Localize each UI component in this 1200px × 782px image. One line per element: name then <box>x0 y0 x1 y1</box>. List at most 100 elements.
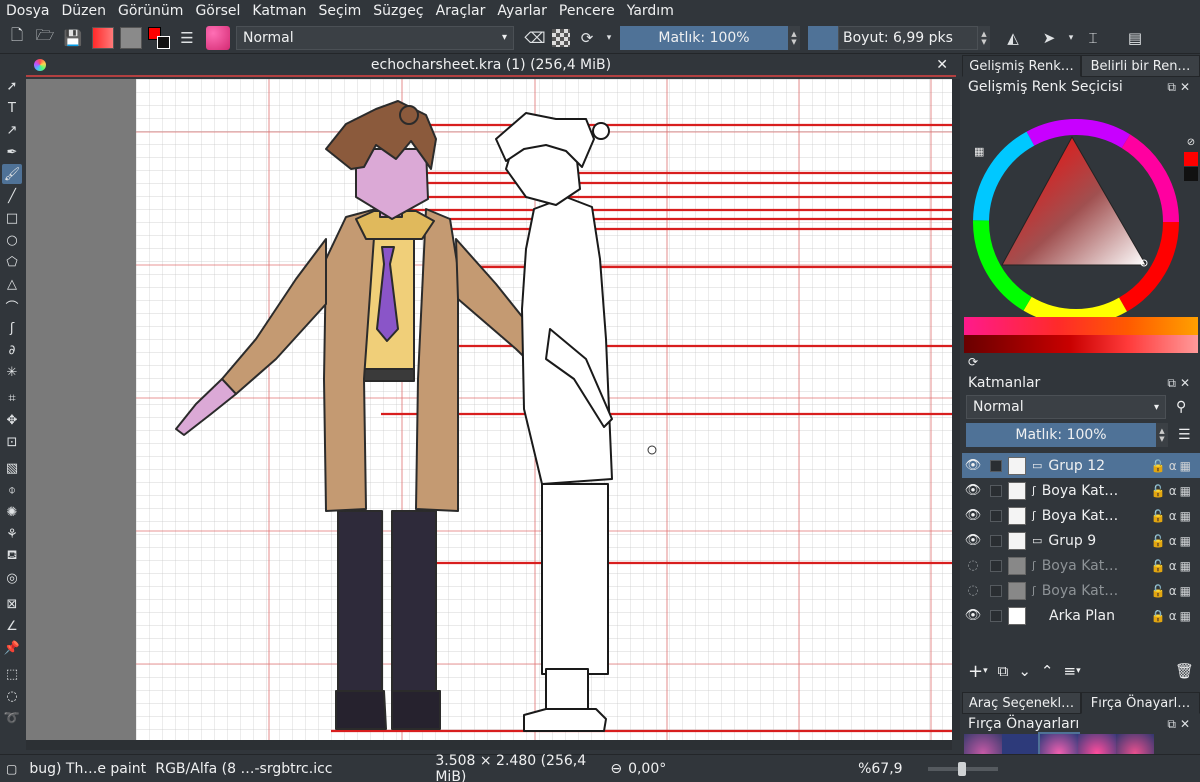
tab-tool-options[interactable]: Araç Seçenekl… <box>962 692 1081 714</box>
close-icon[interactable]: ✕ <box>936 57 948 73</box>
layer-checkbox[interactable] <box>990 559 1002 572</box>
move-down-icon[interactable]: ⌄ <box>1018 662 1031 680</box>
line-tool-icon[interactable]: ╱ <box>2 186 22 206</box>
freehand-path-tool-icon[interactable]: ʃ <box>2 318 22 338</box>
blend-mode-select[interactable]: Normal ▾ <box>236 25 514 50</box>
wrap-around-icon[interactable]: ⌶ <box>1082 27 1104 49</box>
lock-alpha-icons[interactable]: 🔓α▦ <box>1151 534 1194 548</box>
lock-alpha-icons[interactable]: 🔓α▦ <box>1151 559 1194 573</box>
layer-checkbox[interactable] <box>990 509 1002 522</box>
horizontal-scrollbar[interactable] <box>26 740 952 750</box>
lock-alpha-icons[interactable]: 🔒α▦ <box>1151 609 1194 623</box>
eye-icon[interactable]: 👁 <box>962 508 984 523</box>
lock-alpha-icons[interactable]: 🔓α▦ <box>1151 509 1194 523</box>
calligraphy-tool-icon[interactable]: ✒ <box>2 142 22 162</box>
layer-checkbox[interactable] <box>990 534 1002 547</box>
layer-row[interactable]: ◌ ʃ Boya Kat… 🔓α▦ <box>962 578 1200 603</box>
measure-tool-icon[interactable]: ∠ <box>2 616 22 636</box>
menu-icon[interactable]: ☰ <box>1178 427 1191 443</box>
eraser-icon[interactable]: ⌫ <box>524 27 546 49</box>
freehand-brush-tool-icon[interactable]: 🖌 <box>2 164 22 184</box>
docker-controls-icon[interactable]: ⧉✕ <box>1167 80 1194 95</box>
value-strip[interactable] <box>964 335 1198 353</box>
size-spinner[interactable]: ▲ ▼ <box>978 25 990 50</box>
layer-checkbox[interactable] <box>990 484 1002 497</box>
menu-image[interactable]: Görsel <box>195 3 240 19</box>
status-zoom[interactable]: %67,9 <box>858 761 928 777</box>
text-tool-icon[interactable]: T <box>2 98 22 118</box>
layer-opacity-slider[interactable]: Matlık: 100% <box>966 423 1156 447</box>
opacity-spinner[interactable]: ▲ ▼ <box>788 25 800 50</box>
chevron-down-icon[interactable]: ▾ <box>1076 666 1081 676</box>
status-color-space[interactable]: RGB/Alfa (8 …-srgbtrc.icc <box>155 761 435 777</box>
assistant-tool-icon[interactable]: ⊠ <box>2 594 22 614</box>
chevron-down-icon[interactable]: ▾ <box>604 27 614 49</box>
color-wheel[interactable]: ⊘ ▦ <box>962 97 1200 325</box>
gradient-swatch[interactable] <box>92 26 114 49</box>
size-slider-fill[interactable] <box>808 25 838 50</box>
layer-row[interactable]: 👁 ▭ Grup 9 🔓α▦ <box>962 528 1200 553</box>
layer-row[interactable]: 👁 ▭ Grup 12 🔓α▦ <box>962 453 1200 478</box>
colorize-mask-tool-icon[interactable]: ⚘ <box>2 524 22 544</box>
delete-layer-icon[interactable]: 🗑 <box>1175 662 1194 680</box>
fill-tool-icon[interactable]: ⛾ <box>2 546 22 566</box>
new-document-icon[interactable]: 🗋 <box>6 26 28 49</box>
lock-alpha-icons[interactable]: 🔓α▦ <box>1151 584 1194 598</box>
eye-icon[interactable]: 👁 <box>962 458 984 473</box>
eye-hidden-icon[interactable]: ◌ <box>962 558 984 573</box>
bezier-tool-icon[interactable]: ⌒ <box>2 296 22 316</box>
menu-window[interactable]: Pencere <box>559 3 615 19</box>
canvas[interactable] <box>26 79 952 740</box>
transform-tool-icon[interactable]: ⊡ <box>2 432 22 452</box>
menu-layer[interactable]: Katman <box>252 3 306 19</box>
rect-select-tool-icon[interactable]: ⬚ <box>2 664 22 684</box>
layer-checkbox[interactable] <box>990 459 1002 472</box>
smart-patch-tool-icon[interactable]: ✺ <box>2 502 22 522</box>
layer-row[interactable]: ◌ ʃ Boya Kat… 🔓α▦ <box>962 553 1200 578</box>
ellipse-tool-icon[interactable]: ○ <box>2 230 22 250</box>
chevron-down-icon[interactable]: ▾ <box>1066 27 1076 49</box>
alpha-lock-icon[interactable] <box>552 28 570 47</box>
layer-checkbox[interactable] <box>990 584 1002 597</box>
rotation-icon[interactable]: ⊖ <box>610 761 622 777</box>
layer-row[interactable]: 👁 ʃ Boya Kat… 🔓α▦ <box>962 503 1200 528</box>
chevron-down-icon[interactable]: ▾ <box>983 666 988 676</box>
tab-advanced-color[interactable]: Gelişmiş Renk… <box>962 55 1081 77</box>
mirror-vertical-icon[interactable]: ➤ <box>1038 27 1060 49</box>
layer-opacity-spinner[interactable]: ▲ ▼ <box>1156 423 1168 447</box>
freehand-select-tool-icon[interactable]: ➰ <box>2 708 22 728</box>
edit-shapes-tool-icon[interactable]: ↗ <box>2 120 22 140</box>
gradient-tool-icon[interactable]: ▧ <box>2 458 22 478</box>
menu-settings[interactable]: Ayarlar <box>497 3 546 19</box>
move-tool-icon[interactable]: ✥ <box>2 410 22 430</box>
dynamic-brush-tool-icon[interactable]: ∂ <box>2 340 22 360</box>
filter-icon[interactable]: ⚲ <box>1176 399 1186 415</box>
multibrush-tool-icon[interactable]: ✳ <box>2 362 22 382</box>
fg-bg-color-swatch[interactable] <box>148 26 170 49</box>
layer-row[interactable]: 👁 Arka Plan 🔒α▦ <box>962 603 1200 628</box>
color-selector[interactable]: ⊘ ▦ <box>962 97 1200 325</box>
document-tab[interactable]: echocharsheet.kra (1) (256,4 MiB) ✕ <box>26 55 956 77</box>
eye-hidden-icon[interactable]: ◌ <box>962 583 984 598</box>
mirror-horizontal-icon[interactable]: ◭ <box>1002 27 1024 49</box>
menu-select[interactable]: Seçim <box>319 3 362 19</box>
eye-icon[interactable]: 👁 <box>962 483 984 498</box>
brush-settings-icon[interactable]: ☰ <box>176 27 198 49</box>
tab-specific-color[interactable]: Belirli bir Ren… <box>1081 55 1200 77</box>
status-brush-icon[interactable]: ▢ <box>6 762 17 776</box>
pattern-swatch[interactable] <box>120 26 142 49</box>
docker-controls-icon[interactable]: ⧉✕ <box>1167 376 1194 391</box>
menu-file[interactable]: Dosya <box>6 3 50 19</box>
layer-row[interactable]: 👁 ʃ Boya Kat… 🔓α▦ <box>962 478 1200 503</box>
menu-tools[interactable]: Araçlar <box>436 3 486 19</box>
menu-filter[interactable]: Süzgeç <box>373 3 423 19</box>
enclose-fill-tool-icon[interactable]: ◎ <box>2 568 22 588</box>
menu-help[interactable]: Yardım <box>627 3 674 19</box>
panel-icon[interactable]: ▤ <box>1124 27 1146 49</box>
vertical-scrollbar[interactable] <box>952 79 960 740</box>
polygon-tool-icon[interactable]: ⬠ <box>2 252 22 272</box>
ellipse-select-tool-icon[interactable]: ◌ <box>2 686 22 706</box>
eye-icon[interactable]: 👁 <box>962 608 984 623</box>
hue-strip[interactable] <box>964 317 1198 335</box>
reference-tool-icon[interactable]: 📌 <box>2 638 22 658</box>
